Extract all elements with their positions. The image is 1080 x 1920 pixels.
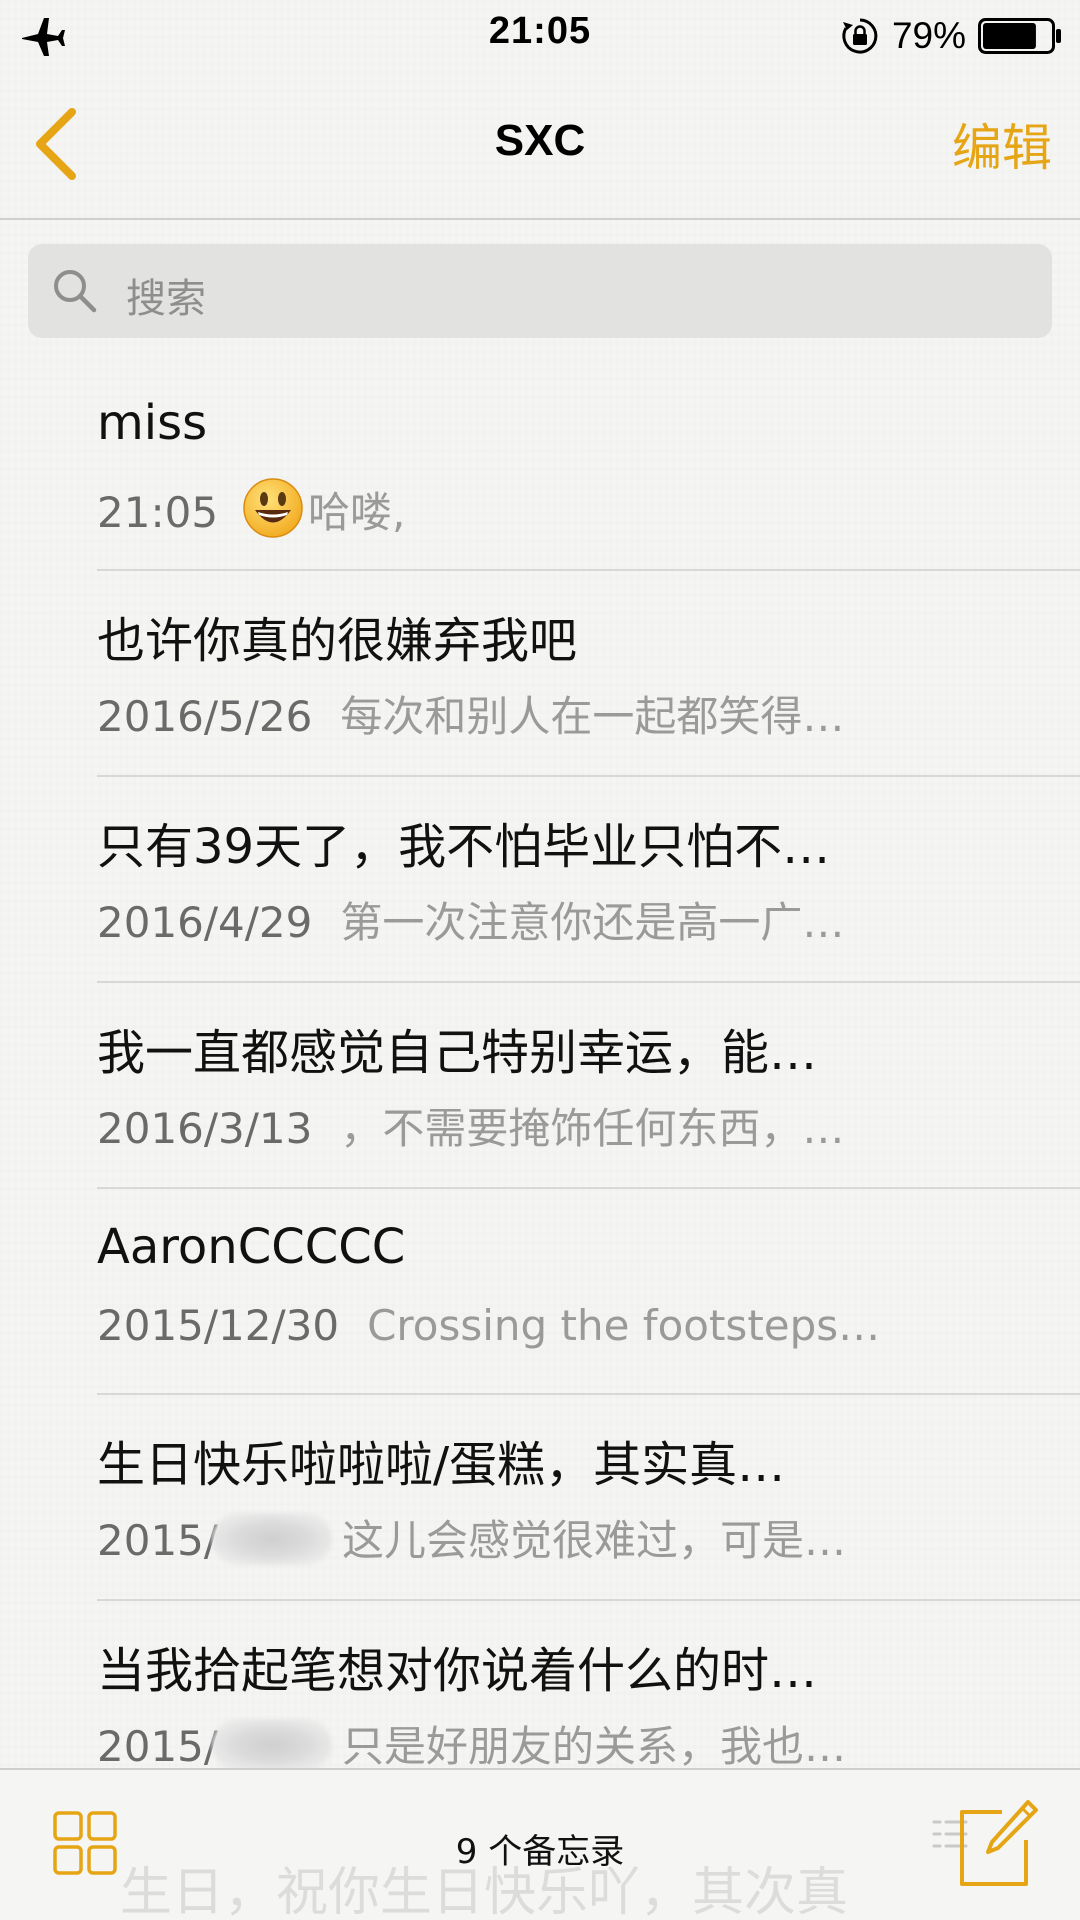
note-title: 也许你真的很嫌弃我吧 xyxy=(97,613,578,669)
note-subtitle: 2016/4/29 第一次注意你还是高一广… xyxy=(97,889,987,950)
note-title: 只有39天了，我不怕毕业只怕不… xyxy=(97,819,831,875)
note-item[interactable]: AaronCCCCC 2015/12/30 Crossing the footst… xyxy=(0,1189,1080,1395)
notes-app: 21:05 79% SXC 编辑 搜索 miss 21:05 哈喽, 也许你真的… xyxy=(0,0,1080,1920)
note-preview: 只是好朋友的关系，我也… xyxy=(342,1722,847,1771)
rotation-lock-icon xyxy=(842,18,878,54)
note-preview: Crossing the footsteps… xyxy=(367,1301,881,1350)
note-item[interactable]: 我一直都感觉自己特别幸运，能… 2016/3/13 ，不需要掩饰任何东西，… xyxy=(0,983,1080,1189)
note-date: 2016/4/29 xyxy=(97,898,313,947)
navigation-bar: SXC 编辑 xyxy=(0,72,1080,220)
note-date: 2016/3/13 xyxy=(97,1104,313,1153)
note-item[interactable]: miss 21:05 哈喽, xyxy=(0,365,1080,571)
search-input[interactable]: 搜索 xyxy=(28,244,1052,338)
note-preview: 每次和别人在一起都笑得… xyxy=(340,692,845,741)
note-subtitle: 2016/5/26 每次和别人在一起都笑得… xyxy=(97,683,987,744)
note-preview: 这儿会感觉很难过，可是… xyxy=(342,1516,847,1565)
note-subtitle: 2015/12/30 Crossing the footsteps… xyxy=(97,1301,987,1350)
edit-button[interactable]: 编辑 xyxy=(952,108,1052,180)
folder-title: SXC xyxy=(494,116,586,165)
note-subtitle: 21:05 哈喽, xyxy=(97,477,987,540)
note-item[interactable]: 生日快乐啦啦啦/蛋糕，其实真… 2015/这儿会感觉很难过，可是… xyxy=(0,1395,1080,1601)
smiley-emoji-icon xyxy=(243,478,303,538)
note-subtitle: 2015/这儿会感觉很难过，可是… xyxy=(97,1507,987,1568)
note-item[interactable]: 也许你真的很嫌弃我吧 2016/5/26 每次和别人在一起都笑得… xyxy=(0,571,1080,777)
compose-icon[interactable] xyxy=(932,1798,1040,1888)
search-placeholder: 搜索 xyxy=(126,276,206,322)
note-date: 21:05 xyxy=(97,488,219,537)
status-bar: 21:05 79% xyxy=(0,0,1080,72)
note-subtitle: 2015/只是好朋友的关系，我也… xyxy=(97,1713,987,1774)
note-title: 生日快乐啦啦啦/蛋糕，其实真… xyxy=(97,1437,786,1493)
bottom-toolbar: 生日，祝你生日快乐吖，其次真 9 个备忘录 xyxy=(0,1768,1080,1920)
note-preview: ，不需要掩饰任何东西，… xyxy=(340,1104,845,1153)
note-date: 2015/ xyxy=(97,1722,219,1771)
note-date: 2015/12/30 xyxy=(97,1301,340,1350)
note-title: miss xyxy=(97,395,208,451)
note-subtitle: 2016/3/13 ，不需要掩饰任何东西，… xyxy=(97,1095,987,1156)
status-right: 79% xyxy=(840,12,1062,60)
search-icon xyxy=(54,270,97,313)
note-date: 2016/5/26 xyxy=(97,692,313,741)
note-title: AaronCCCCC xyxy=(97,1219,406,1275)
note-title: 当我拾起笔想对你说着什么的时… xyxy=(97,1643,818,1699)
battery-percentage: 79% xyxy=(891,15,966,56)
note-date: 2015/ xyxy=(97,1516,219,1565)
note-count: 9 个备忘录 xyxy=(455,1832,625,1872)
note-title: 我一直都感觉自己特别幸运，能… xyxy=(97,1025,818,1081)
redacted-blur xyxy=(212,1719,333,1771)
redacted-blur xyxy=(212,1513,333,1565)
note-item[interactable]: 只有39天了，我不怕毕业只怕不… 2016/4/29 第一次注意你还是高一广… xyxy=(0,777,1080,983)
note-preview: 第一次注意你还是高一广… xyxy=(340,898,845,947)
battery-icon xyxy=(978,18,1061,54)
note-preview: 哈喽, xyxy=(308,488,406,537)
